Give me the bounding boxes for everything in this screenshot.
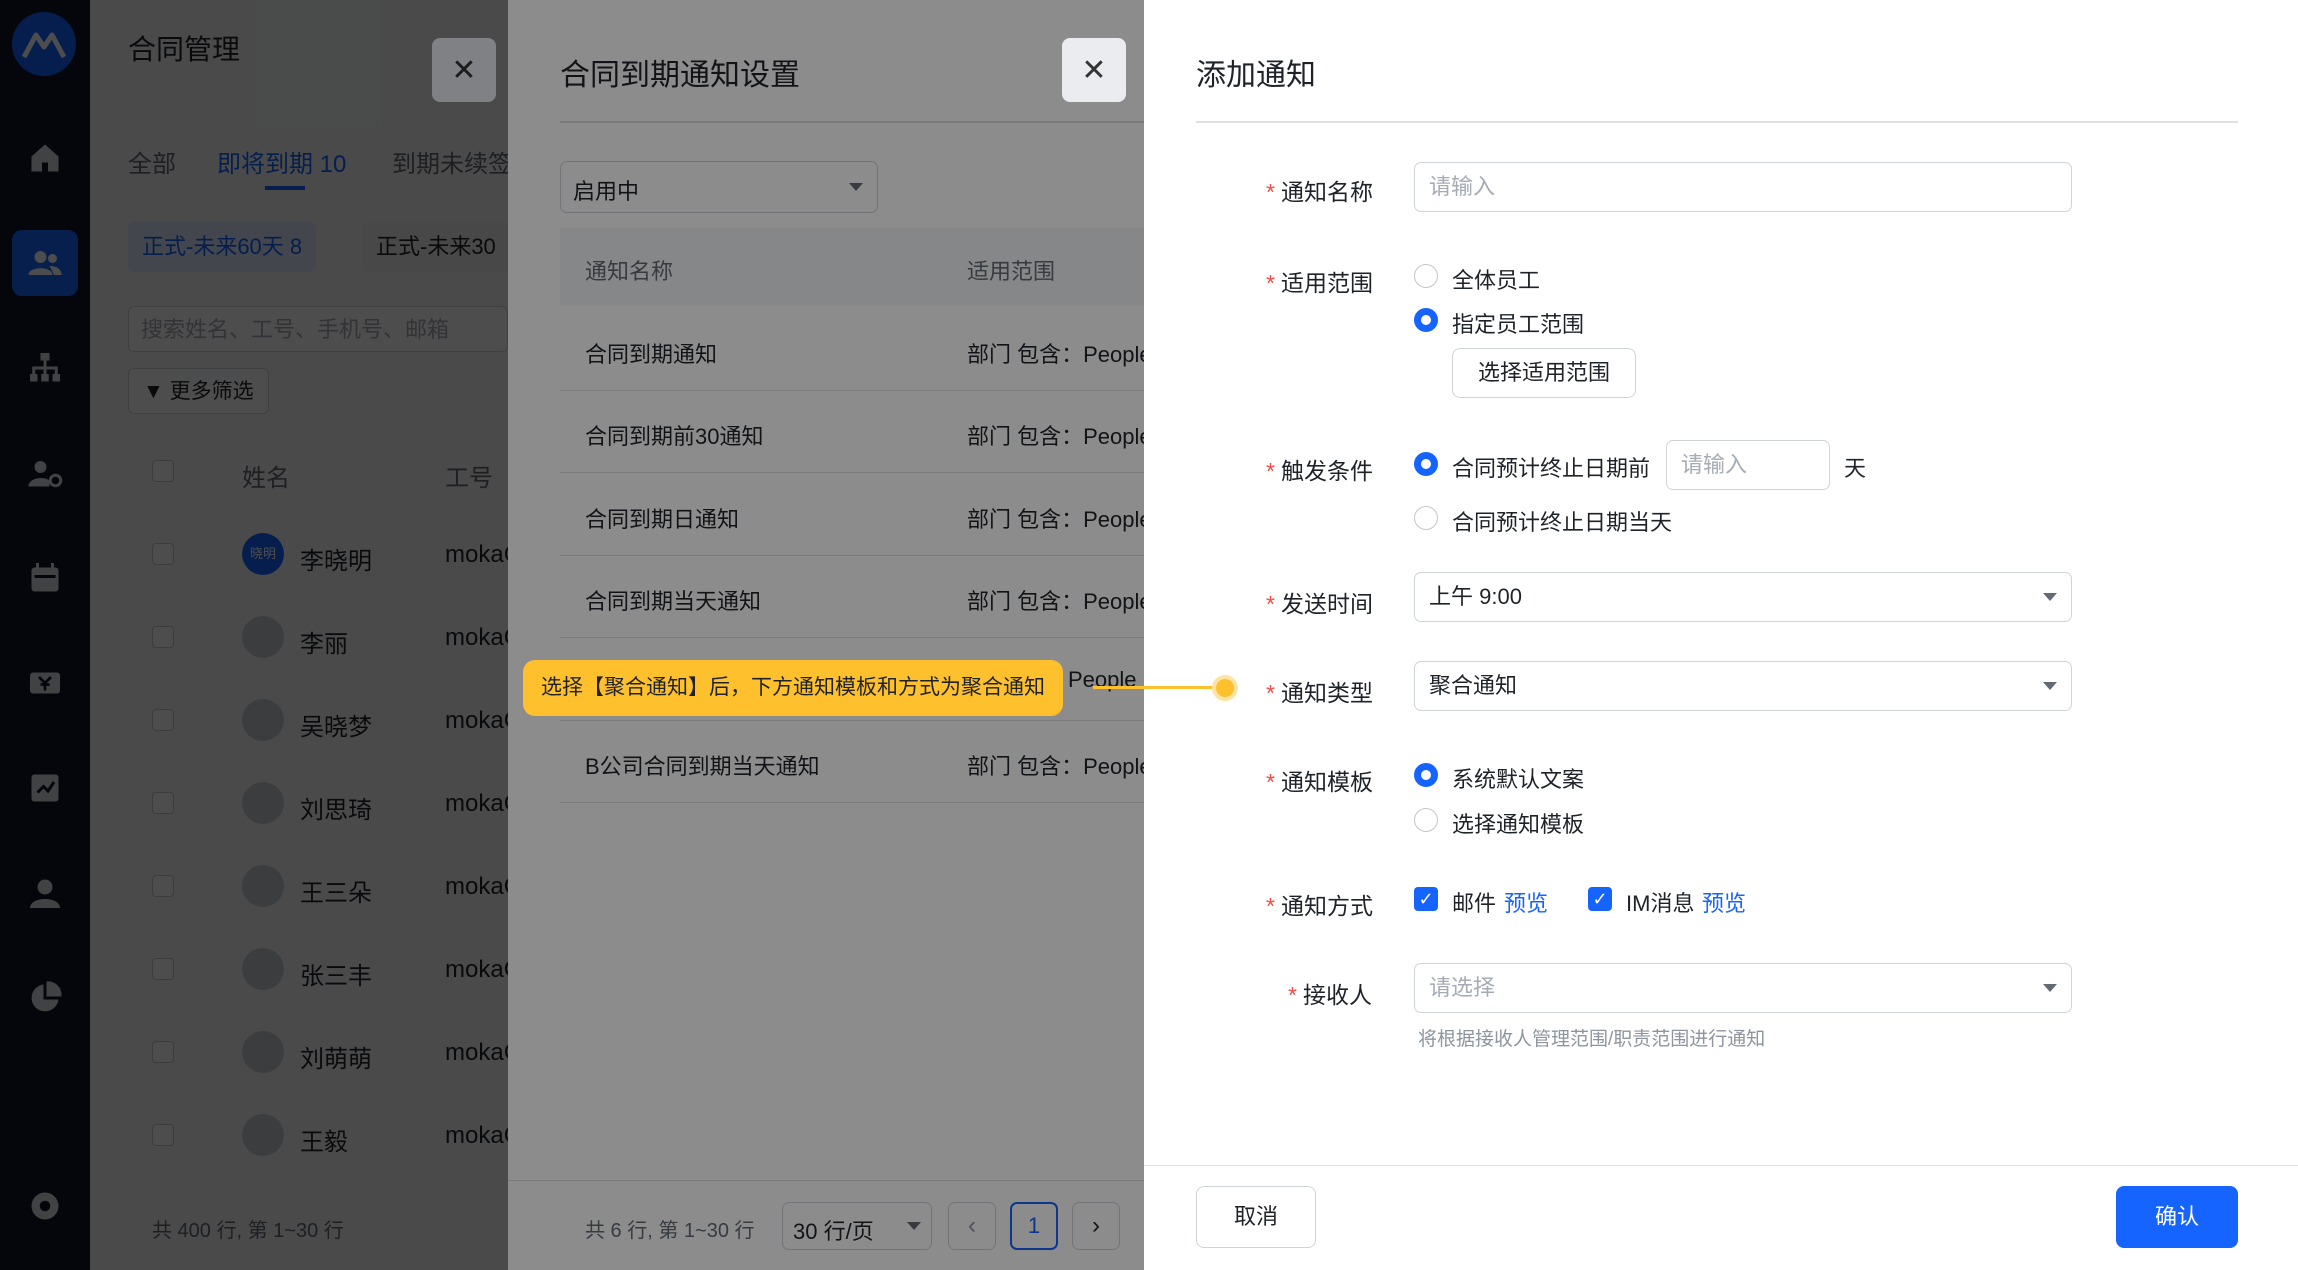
footer-divider [1144, 1165, 2298, 1166]
template-select-radio[interactable] [1414, 808, 1438, 832]
label-text: 通知方式 [1280, 893, 1373, 919]
required-mark: * [1266, 458, 1275, 484]
tooltip-anchor-dot [1212, 675, 1238, 701]
required-mark: * [1266, 270, 1275, 296]
email-preview-link[interactable]: 预览 [1504, 886, 1548, 918]
receiver-placeholder: 请选择 [1429, 975, 1496, 1000]
divider [1196, 121, 2238, 123]
label-text: 适用范围 [1280, 270, 1373, 296]
trigger-same-day-radio[interactable] [1414, 506, 1438, 530]
send-time-label: * 发送时间 [1266, 585, 1373, 619]
trigger-before-radio[interactable] [1414, 452, 1438, 476]
label-text: 接收人 [1302, 982, 1372, 1008]
notice-name-label: * 通知名称 [1266, 173, 1373, 207]
tooltip-connector [1093, 686, 1225, 689]
receiver-hint: 将根据接收人管理范围/职责范围进行通知 [1418, 1029, 1766, 1050]
trigger-before-label[interactable]: 合同预计终止日期前 [1452, 451, 1650, 483]
scope-specific-radio[interactable] [1414, 308, 1438, 332]
required-mark: * [1266, 769, 1275, 795]
add-notice-drawer: 添加通知 * 通知名称 请输入 * 适用范围 全体员工 指定员工范围 选择适用范围 … [1144, 0, 2298, 1270]
label-text: 通知模板 [1280, 769, 1373, 795]
template-select-label[interactable]: 选择通知模板 [1452, 807, 1584, 839]
days-input[interactable]: 请输入 [1666, 440, 1830, 490]
required-mark: * [1266, 591, 1275, 617]
im-label[interactable]: IM消息 [1626, 886, 1694, 918]
receiver-label: * 接收人 [1288, 976, 1372, 1010]
notice-name-input[interactable]: 请输入 [1414, 162, 2072, 212]
trigger-label: * 触发条件 [1266, 452, 1373, 486]
required-mark: * [1288, 982, 1297, 1008]
email-label[interactable]: 邮件 [1452, 886, 1496, 918]
send-time-value: 上午 9:00 [1429, 584, 1522, 609]
scope-all-label[interactable]: 全体员工 [1452, 263, 1540, 295]
required-mark: * [1266, 179, 1275, 205]
template-default-label[interactable]: 系统默认文案 [1452, 762, 1584, 794]
label-text: 触发条件 [1280, 458, 1373, 484]
required-mark: * [1266, 893, 1275, 919]
method-label: * 通知方式 [1266, 887, 1373, 921]
chevron-down-icon [2043, 593, 2057, 601]
notice-type-value: 聚合通知 [1429, 673, 1518, 698]
receiver-select[interactable]: 请选择 [1414, 963, 2072, 1013]
scope-all-radio[interactable] [1414, 264, 1438, 288]
im-preview-link[interactable]: 预览 [1702, 886, 1746, 918]
form-title: 添加通知 [1196, 59, 1316, 92]
template-default-radio[interactable] [1414, 763, 1438, 787]
notice-type-select[interactable]: 聚合通知 [1414, 661, 2072, 711]
template-label: * 通知模板 [1266, 763, 1373, 797]
cancel-button[interactable]: 取消 [1196, 1186, 1316, 1248]
days-unit: 天 [1844, 456, 1867, 481]
overlay-mask-secondary[interactable] [0, 0, 1144, 1270]
label-text: 通知名称 [1280, 179, 1373, 205]
label-text: 发送时间 [1280, 591, 1373, 617]
send-time-select[interactable]: 上午 9:00 [1414, 572, 2072, 622]
required-mark: * [1266, 680, 1275, 706]
im-checkbox[interactable]: ✓ [1588, 887, 1612, 911]
close-icon: ✕ [1081, 53, 1107, 87]
close-button-settings[interactable]: ✕ [1062, 38, 1126, 102]
chevron-down-icon [2043, 984, 2057, 992]
confirm-button[interactable]: 确认 [2116, 1186, 2238, 1248]
chevron-down-icon [2043, 682, 2057, 690]
trigger-same-day-label[interactable]: 合同预计终止日期当天 [1452, 505, 1672, 537]
scope-label: * 适用范围 [1266, 264, 1373, 298]
scope-specific-label[interactable]: 指定员工范围 [1452, 307, 1584, 339]
notice-type-label: * 通知类型 [1266, 674, 1373, 708]
email-checkbox[interactable]: ✓ [1414, 887, 1438, 911]
label-text: 通知类型 [1280, 680, 1373, 706]
guide-tooltip: 选择【聚合通知】后，下方通知模板和方式为聚合通知 [523, 660, 1063, 716]
select-scope-button[interactable]: 选择适用范围 [1452, 348, 1636, 398]
